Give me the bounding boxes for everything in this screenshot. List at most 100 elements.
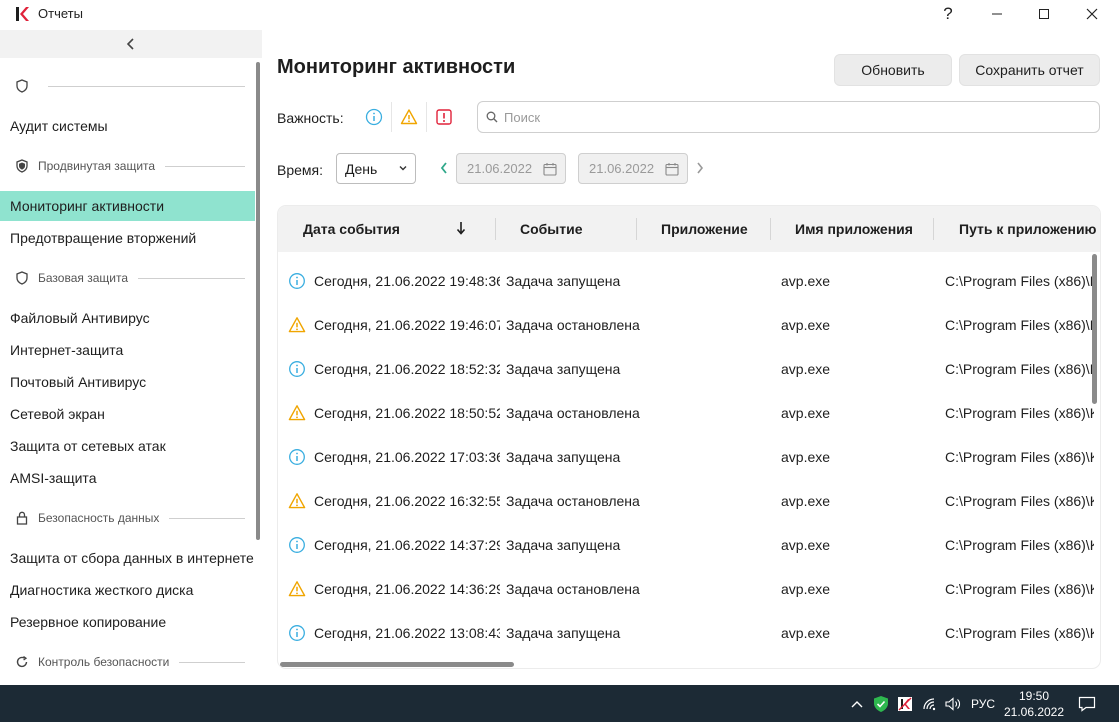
save-report-button[interactable]: Сохранить отчет (959, 54, 1100, 86)
cell-event: Задача запущена (506, 625, 621, 641)
sidebar-item-data-collection-protection[interactable]: Защита от сбора данных в интернете (0, 543, 255, 573)
window-title: Отчеты (38, 6, 83, 21)
tray-network-button[interactable] (918, 685, 942, 722)
input-language-indicator[interactable]: РУС (966, 685, 1000, 722)
column-header-app-path[interactable]: Путь к приложению (959, 206, 1100, 252)
column-divider[interactable] (495, 218, 496, 240)
cell-app-path: C:\Program Files (x86)\K (945, 317, 1094, 333)
severity-warning-toggle[interactable] (393, 102, 425, 132)
table-vertical-scrollbar[interactable] (1092, 254, 1097, 404)
chevron-right-icon (697, 162, 704, 174)
column-divider[interactable] (636, 218, 637, 240)
clock-date: 21.06.2022 (1003, 704, 1065, 719)
warning-icon (288, 492, 306, 510)
lock-icon (14, 510, 30, 526)
column-divider[interactable] (770, 218, 771, 240)
cell-date: Сегодня, 21.06.2022 18:52:32 (314, 361, 500, 377)
taskbar: РУС 19:50 21.06.2022 (0, 685, 1119, 722)
sidebar-item-file-antivirus[interactable]: Файловый Антивирус (0, 303, 255, 333)
cell-application (661, 523, 776, 567)
sort-descending-icon[interactable] (456, 221, 466, 235)
period-select[interactable]: День (336, 153, 416, 184)
tray-shield-button[interactable] (870, 685, 892, 722)
cell-app-name: avp.exe (781, 317, 831, 333)
table-row[interactable]: Сегодня, 21.06.2022 13:08:43 Задача запущ… (278, 611, 1094, 655)
table-row[interactable]: Сегодня, 21.06.2022 14:37:29 Задача запущ… (278, 523, 1094, 567)
cell-app-path: C:\Program Files (x86)\K (945, 625, 1094, 641)
notification-center-button[interactable] (1072, 685, 1102, 722)
sidebar-group-data-security: Безопасность данных (0, 506, 255, 530)
sidebar-group-advanced: Продвинутая защита (0, 154, 255, 178)
cell-event: Задача запущена (506, 537, 621, 553)
table-header: Дата события Событие Приложение Имя прил… (278, 206, 1100, 252)
cell-date: Сегодня, 21.06.2022 13:08:43 (314, 625, 500, 641)
chevron-up-icon (851, 700, 863, 707)
tray-kaspersky-button[interactable] (894, 685, 916, 722)
show-hidden-icons-button[interactable] (846, 685, 868, 722)
info-icon (288, 536, 306, 554)
chevron-left-icon (126, 38, 134, 50)
cell-date: Сегодня, 21.06.2022 16:32:55 (314, 493, 500, 509)
column-divider[interactable] (933, 218, 934, 240)
sidebar-item-web-protection[interactable]: Интернет-защита (0, 335, 255, 365)
sidebar-item-disk-diagnostics[interactable]: Диагностика жесткого диска (0, 575, 255, 605)
info-icon (288, 448, 306, 466)
column-header-app-name[interactable]: Имя приложения (795, 206, 931, 252)
cell-date: Сегодня, 21.06.2022 18:50:52 (314, 405, 500, 421)
cell-application (661, 435, 776, 479)
cell-app-name: avp.exe (781, 449, 831, 465)
cell-app-path: C:\Program Files (x86)\K (945, 537, 1094, 553)
events-table: Дата события Событие Приложение Имя прил… (278, 206, 1100, 668)
close-button[interactable] (1068, 0, 1116, 28)
table-row[interactable]: Сегодня, 21.06.2022 16:32:55 Задача остан… (278, 479, 1094, 523)
column-header-application[interactable]: Приложение (661, 206, 769, 252)
calendar-icon (543, 163, 557, 176)
kaspersky-tray-icon (898, 696, 912, 711)
date-to-field[interactable]: 21.06.2022 (578, 153, 688, 184)
sidebar-group-basic: Базовая защита (0, 266, 255, 290)
table-row[interactable]: Сегодня, 21.06.2022 18:50:52 Задача остан… (278, 391, 1094, 435)
sidebar-item-amsi-protection[interactable]: AMSI-защита (0, 463, 255, 493)
cell-application (661, 391, 776, 435)
search-input[interactable]: Поиск (477, 101, 1100, 133)
info-icon (288, 272, 306, 290)
column-header-event[interactable]: Событие (520, 206, 635, 252)
sidebar-item-network-attack-blocker[interactable]: Защита от сетевых атак (0, 431, 255, 461)
table-row[interactable]: Сегодня, 21.06.2022 17:03:36 Задача запущ… (278, 435, 1094, 479)
severity-critical-toggle[interactable] (428, 102, 460, 132)
info-icon (365, 108, 383, 126)
sidebar-item-mail-antivirus[interactable]: Почтовый Антивирус (0, 367, 255, 397)
sidebar-group-label: Контроль безопасности (38, 655, 170, 669)
tray-volume-button[interactable] (942, 685, 964, 722)
page-title: Мониторинг активности (277, 56, 516, 78)
sidebar-item-intrusion-prevention[interactable]: Предотвращение вторжений (0, 223, 255, 253)
sidebar-item-system-audit[interactable]: Аудит системы (0, 111, 255, 141)
next-period-button[interactable] (695, 161, 705, 175)
table-row[interactable]: Сегодня, 21.06.2022 19:46:07 Задача остан… (278, 303, 1094, 347)
info-icon (288, 624, 306, 642)
cell-date: Сегодня, 21.06.2022 14:36:29 (314, 581, 500, 597)
maximize-button[interactable] (1020, 0, 1068, 28)
minimize-button[interactable] (973, 0, 1021, 28)
sidebar-collapse-button[interactable] (0, 30, 262, 58)
date-from-field[interactable]: 21.06.2022 (456, 153, 566, 184)
sidebar-item-firewall[interactable]: Сетевой экран (0, 399, 255, 429)
previous-period-button[interactable] (439, 161, 449, 175)
refresh-button[interactable]: Обновить (834, 54, 952, 86)
cell-date: Сегодня, 21.06.2022 19:48:36 (314, 273, 500, 289)
cell-application (661, 479, 776, 523)
sidebar-item-activity-monitor[interactable]: Мониторинг активности (0, 191, 255, 221)
sidebar-item-backup[interactable]: Резервное копирование (0, 607, 255, 637)
column-header-date[interactable]: Дата события (303, 206, 473, 252)
severity-info-toggle[interactable] (358, 102, 390, 132)
table-row[interactable]: Сегодня, 21.06.2022 14:36:29 Задача остан… (278, 567, 1094, 611)
taskbar-clock[interactable]: 19:50 21.06.2022 (1002, 685, 1066, 722)
table-horizontal-scrollbar[interactable] (280, 662, 514, 667)
table-row[interactable]: Сегодня, 21.06.2022 19:48:36 Задача запущ… (278, 259, 1094, 303)
table-row[interactable]: Сегодня, 21.06.2022 18:52:32 Задача запущ… (278, 347, 1094, 391)
help-button[interactable]: ? (924, 0, 972, 28)
search-icon (486, 111, 498, 123)
sidebar-group-security-control: Контроль безопасности (0, 650, 255, 674)
sidebar-scrollbar[interactable] (256, 62, 260, 540)
shield-advanced-icon (14, 158, 30, 174)
